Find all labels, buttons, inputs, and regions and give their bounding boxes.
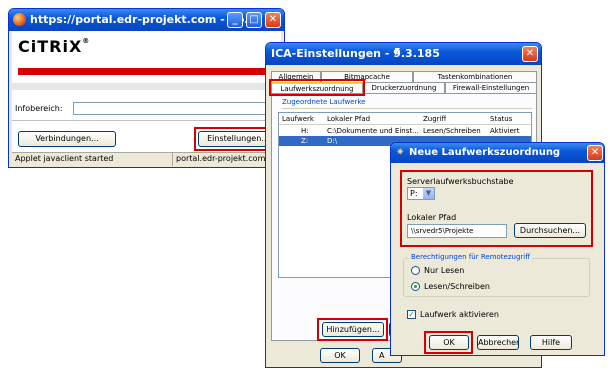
maximize-icon[interactable]: □ — [246, 12, 262, 28]
cell-path: C:\Dokumente und Einst... — [327, 127, 419, 135]
registered-mark: ® — [82, 37, 91, 45]
status-separator — [172, 153, 173, 166]
ica-window-title: ICA-Einstellungen - 9.3.185 — [271, 47, 440, 60]
citrix-grey-bar — [12, 83, 281, 90]
highlight-laufwerkszuordnung — [269, 79, 365, 96]
close-icon[interactable]: ✕ — [265, 12, 281, 28]
citrix-red-banner — [18, 68, 281, 75]
close-icon[interactable]: ✕ — [587, 145, 603, 161]
drive-dialog-help-button[interactable]: Hilfe — [530, 335, 572, 350]
section-title: Zugeordnete Laufwerke — [282, 98, 366, 106]
citrix-statusbar: Applet javaclient started portal.edr-pro… — [12, 152, 281, 166]
mouse-cursor-icon — [395, 48, 400, 56]
minimize-icon[interactable]: _ — [227, 12, 243, 28]
tab-firewall-einstellungen[interactable]: Firewall-Einstellungen — [445, 82, 537, 93]
tab-tastenkombinationen[interactable]: Tastenkombinationen — [413, 71, 537, 82]
browser-icon — [13, 13, 26, 26]
radio-nur-lesen[interactable] — [411, 266, 420, 275]
close-icon[interactable]: ✕ — [522, 46, 538, 62]
radio-nur-lesen-label[interactable]: Nur Lesen — [424, 266, 464, 275]
cell-drive: H: — [301, 127, 309, 135]
local-path-label: Lokaler Pfad — [407, 213, 457, 222]
checkbox-laufwerk-aktivieren[interactable]: ✓ — [407, 310, 416, 319]
drive-dialog-cancel-button[interactable]: Abbrechen — [477, 335, 519, 350]
local-path-input[interactable]: \\srvedr5\Projekte — [407, 224, 507, 238]
citrix-logo-text: CiTRiX — [18, 37, 83, 56]
cell-status: Aktiviert — [490, 127, 520, 135]
citrix-window-title: https://portal.edr-projekt.com - Co... — [30, 13, 257, 26]
cell-path: D:\ — [327, 137, 338, 145]
citrix-window: https://portal.edr-projekt.com - Co... _… — [8, 8, 285, 168]
server-letter-value: P: — [410, 189, 418, 198]
cell-access: Lesen/Schreiben — [423, 127, 481, 135]
drive-list-header: Laufwerk Lokaler Pfad Zugriff Status — [279, 113, 531, 125]
infobereich-field[interactable] — [73, 102, 281, 115]
citrix-divider — [12, 120, 281, 121]
status-right: portal.edr-projekt.com — [176, 154, 266, 163]
chevron-down-icon[interactable]: ▼ — [423, 188, 434, 199]
citrix-content: CiTRiX® Infobereich: Verbindungen... Ein… — [12, 31, 282, 166]
server-letter-label: Serverlaufwerksbuchstabe — [407, 177, 514, 186]
ica-titlebar[interactable]: ICA-Einstellungen - 9.3.185 ✕ — [266, 43, 541, 65]
status-left: Applet javaclient started — [15, 154, 114, 163]
new-drive-mapping-dialog: ✷ Neue Laufwerkszuordnung ✕ Serverlaufwe… — [390, 142, 605, 356]
desktop: { "citrix_window": { "title": "https://p… — [0, 0, 610, 371]
ica-ok-button[interactable]: OK — [320, 348, 360, 363]
column-zugriff[interactable]: Zugriff — [423, 115, 446, 123]
highlight-hinzufuegen — [317, 318, 388, 341]
drive-dialog-titlebar[interactable]: ✷ Neue Laufwerkszuordnung ✕ — [391, 143, 604, 163]
dialog-app-icon: ✷ — [396, 147, 405, 158]
tab-druckerzuordnung[interactable]: Druckerzuordnung — [363, 82, 445, 93]
server-letter-select[interactable]: P: ▼ — [407, 187, 435, 200]
infobereich-label: Infobereich: — [15, 104, 63, 113]
highlight-ok — [424, 331, 473, 354]
column-lokaler-pfad[interactable]: Lokaler Pfad — [327, 115, 370, 123]
table-row[interactable]: H: C:\Dokumente und Einst... Lesen/Schre… — [279, 126, 531, 136]
citrix-titlebar[interactable]: https://portal.edr-projekt.com - Co... _… — [9, 9, 284, 31]
browse-button[interactable]: Durchsuchen... — [514, 223, 586, 238]
checkbox-laufwerk-aktivieren-label[interactable]: Laufwerk aktivieren — [420, 310, 499, 319]
section-rule — [282, 108, 532, 109]
drive-dialog-title: Neue Laufwerkszuordnung — [409, 147, 561, 158]
permissions-groupbox — [403, 258, 590, 297]
column-laufwerk[interactable]: Laufwerk — [282, 115, 314, 123]
permissions-group-label: Berechtigungen für Remotezugriff — [409, 253, 533, 261]
radio-lesen-schreiben-label[interactable]: Lesen/Schreiben — [424, 282, 490, 291]
cell-drive: Z: — [301, 137, 309, 145]
local-path-value: \\srvedr5\Projekte — [411, 227, 474, 235]
column-status[interactable]: Status — [490, 115, 512, 123]
verbindungen-button[interactable]: Verbindungen... — [18, 131, 116, 147]
radio-lesen-schreiben[interactable] — [411, 282, 420, 291]
citrix-logo: CiTRiX® — [18, 37, 90, 56]
